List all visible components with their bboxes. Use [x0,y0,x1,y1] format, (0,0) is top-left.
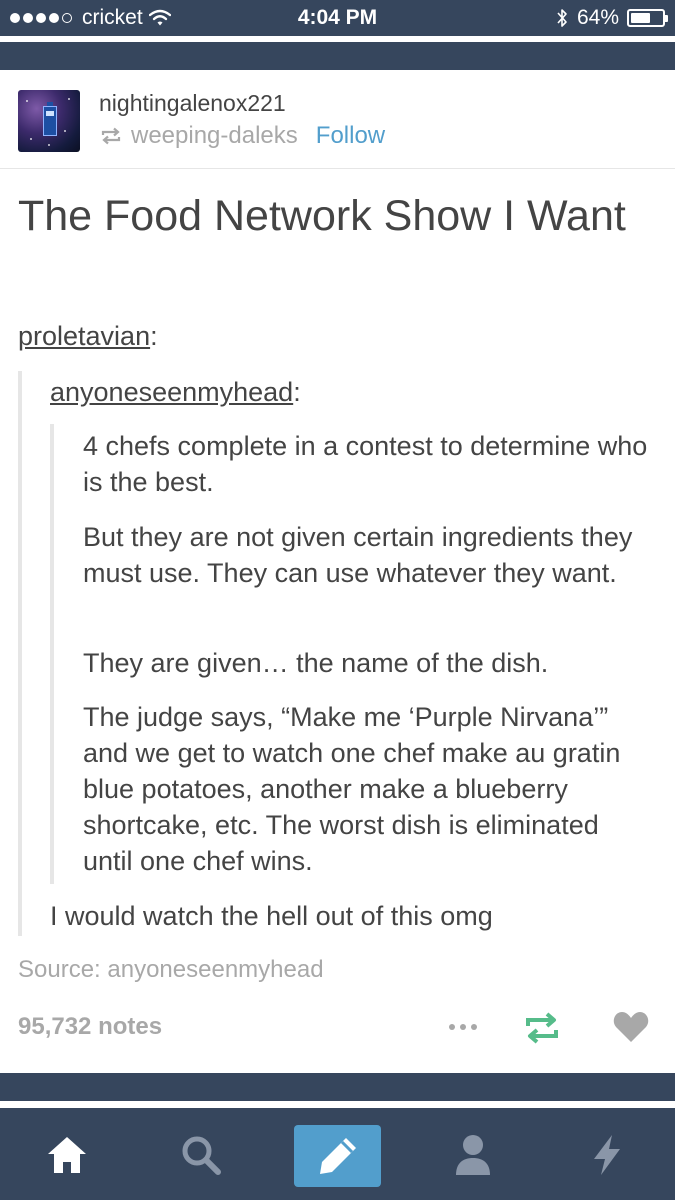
paragraph: They are given… the name of the dish. [83,648,549,678]
colon: : [150,321,158,351]
reblog-icon[interactable] [522,1011,562,1045]
battery-icon [627,9,668,27]
dashboard-background-band [0,1073,675,1101]
bottom-tab-bar [0,1108,675,1200]
notes-count[interactable]: 95,732 notes [18,1013,162,1041]
paragraph: But they are not given certain ingredien… [83,522,633,588]
tab-home[interactable] [38,1126,96,1184]
reblog-author-2-link[interactable]: anyoneseenmyhead [50,377,293,407]
source-link[interactable]: Source: anyoneseenmyhead [18,956,324,984]
heart-icon[interactable] [612,1010,650,1044]
follow-button[interactable]: Follow [316,122,385,150]
tab-search[interactable] [172,1126,230,1184]
search-icon [182,1136,221,1175]
reblog-small-icon [101,127,121,145]
post-header: nightingalenox221 weeping-daleks Follow [0,70,675,169]
more-icon[interactable] [443,1015,483,1039]
compose-pencil-icon [319,1138,356,1174]
reblogged-from-link[interactable]: weeping-daleks [131,122,298,150]
reblog-source-line: weeping-daleks Follow [99,122,385,150]
reply-text: I would watch the hell out of this omg [50,901,493,931]
account-icon [456,1135,490,1175]
dashboard-background-band [0,42,675,70]
reblog-author-2: anyoneseenmyhead: [50,374,301,410]
colon: : [293,377,301,407]
activity-lightning-icon [594,1135,620,1175]
bluetooth-icon [557,9,567,27]
tab-compose[interactable] [294,1125,381,1187]
post-title: The Food Network Show I Want [18,192,626,240]
divider [0,1101,675,1108]
tardis-image [43,102,57,136]
paragraph: 4 chefs complete in a contest to determi… [83,431,648,497]
tab-activity[interactable] [578,1126,636,1184]
paragraph: The judge says, “Make me ‘Purple Nirvana… [83,702,621,876]
status-bar: cricket 4:04 PM 64% [0,0,675,36]
battery-percent: 64% [576,6,619,29]
post-username[interactable]: nightingalenox221 [99,90,286,117]
avatar[interactable] [18,90,80,152]
reblog-author-1: proletavian: [18,318,158,354]
tab-account[interactable] [444,1126,502,1184]
reblog-author-1-link[interactable]: proletavian [18,321,150,351]
home-icon [48,1137,86,1173]
battery-fill [631,13,651,23]
status-right: 64% [555,6,668,30]
post-card: nightingalenox221 weeping-daleks Follow … [0,70,675,1073]
